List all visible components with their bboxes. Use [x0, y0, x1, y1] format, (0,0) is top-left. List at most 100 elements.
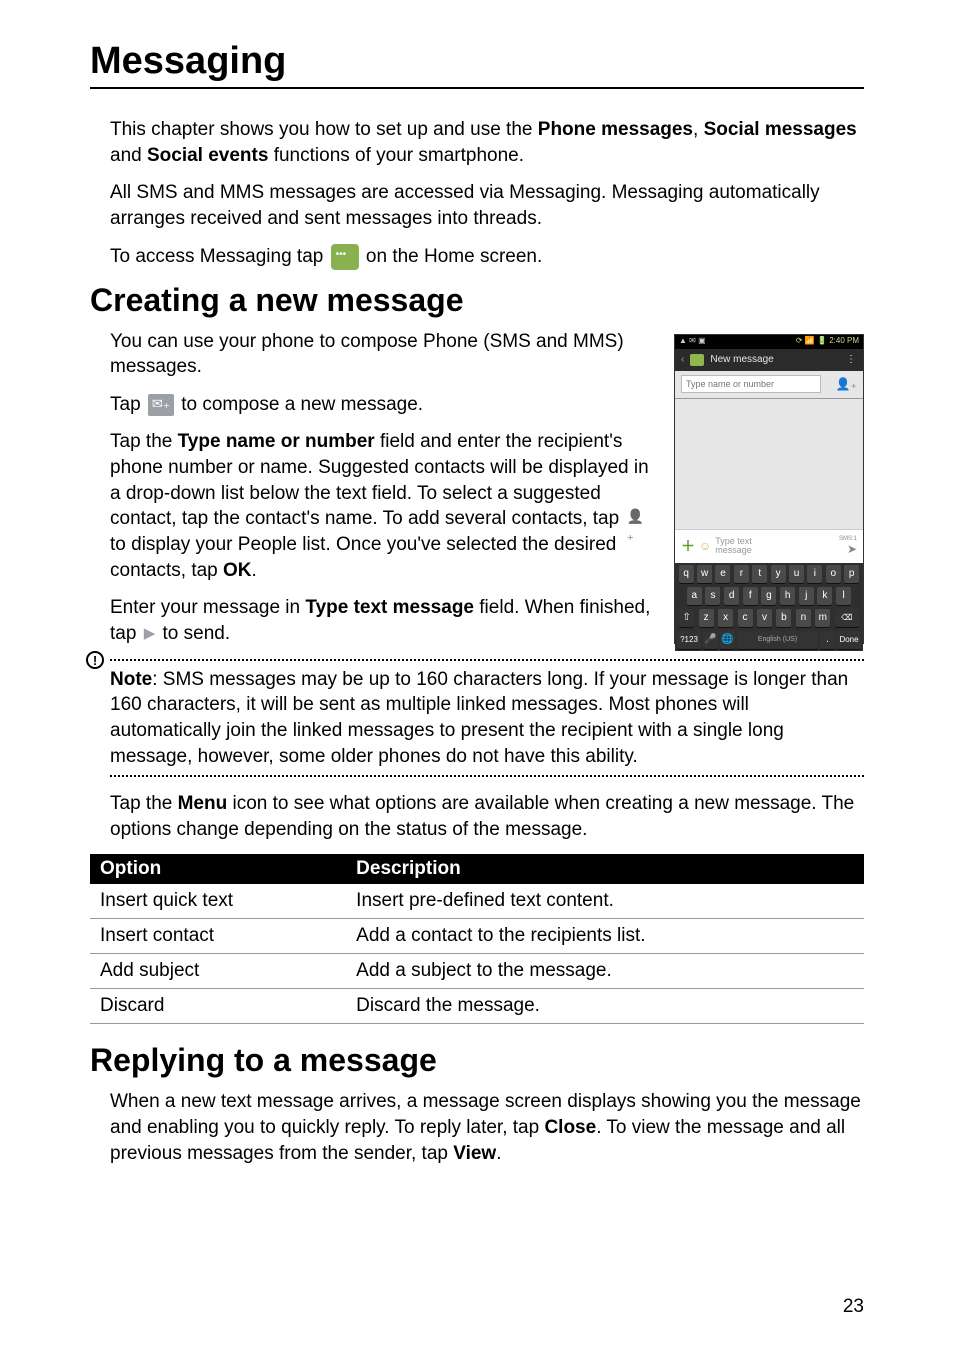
overflow-menu-icon: ⋮ — [846, 354, 857, 365]
text: Tap the — [110, 431, 178, 452]
kb-period-key: . — [820, 631, 835, 649]
td-desc: Add a subject to the message. — [346, 954, 864, 989]
emoji-icon: ☺ — [699, 539, 711, 553]
kb-key: h — [780, 587, 795, 605]
new-message-screenshot: ▲ ✉ ▣ ⟳ 📶 🔋 2:40 PM ‹ New message ⋮ 👤₊ ＋… — [674, 334, 864, 644]
bold-type-text-message: Type text message — [305, 597, 474, 618]
shot-compose-bar: ＋ ☺ Type text message SMS:1 ➤ — [675, 529, 863, 563]
td-desc: Discard the message. — [346, 989, 864, 1024]
text: on the Home screen. — [366, 246, 542, 267]
reply-paragraph-1: When a new text message arrives, a messa… — [110, 1089, 864, 1166]
th-description: Description — [346, 854, 864, 884]
text: message — [715, 545, 752, 555]
kb-key: j — [799, 587, 814, 605]
shot-message-area — [675, 399, 863, 529]
text: . — [252, 560, 257, 581]
note-exclamation-icon: ! — [86, 651, 104, 669]
header-title: New message — [710, 354, 773, 365]
attach-add-icon: ＋ — [681, 536, 695, 556]
envelope-icon — [690, 354, 704, 366]
kb-delete-key: ⌫ — [835, 609, 859, 627]
text: To access Messaging tap — [110, 246, 329, 267]
back-chevron-icon: ‹ — [681, 354, 684, 365]
kb-row1: q w e r t y u i o p — [675, 563, 863, 585]
compose-message-icon — [148, 394, 174, 416]
text: to send. — [163, 623, 231, 644]
messaging-app-icon — [331, 244, 359, 270]
bold-social-events: Social events — [147, 145, 268, 166]
kb-key: i — [807, 565, 822, 583]
kb-mic-key: 🎤 — [703, 631, 718, 649]
options-table: Option Description Insert quick text Ins… — [90, 854, 864, 1024]
td-option: Discard — [90, 989, 346, 1024]
kb-key: a — [687, 587, 702, 605]
text: . — [496, 1143, 501, 1164]
note-paragraph: Note: SMS messages may be up to 160 char… — [110, 667, 864, 770]
kb-key: r — [734, 565, 749, 583]
kb-key: q — [679, 565, 694, 583]
intro-paragraph-1: This chapter shows you how to set up and… — [110, 117, 864, 168]
text: Tap the — [110, 793, 178, 814]
kb-key: l — [836, 587, 851, 605]
text: Enter your message in — [110, 597, 305, 618]
kb-key: g — [761, 587, 776, 605]
text: and — [110, 145, 147, 166]
status-icons-left: ▲ ✉ ▣ — [679, 336, 706, 348]
kb-key: w — [697, 565, 712, 583]
bold-menu: Menu — [178, 793, 228, 814]
kb-done-key: Done — [837, 631, 861, 649]
table-row: Insert contact Add a contact to the reci… — [90, 919, 864, 954]
intro-paragraph-2: All SMS and MMS messages are accessed vi… — [110, 180, 864, 231]
td-option: Insert quick text — [90, 884, 346, 919]
send-arrow-icon: ▶ — [144, 624, 156, 644]
bold-view: View — [453, 1143, 496, 1164]
shot-recipient-row: 👤₊ — [675, 371, 863, 399]
kb-key: v — [757, 609, 772, 627]
status-icons-right: ⟳ 📶 🔋 2:40 PM — [796, 336, 859, 348]
text: This chapter shows you how to set up and… — [110, 119, 538, 140]
recipient-input — [681, 375, 821, 393]
kb-key: c — [738, 609, 753, 627]
kb-key: m — [815, 609, 830, 627]
bold-ok: OK — [223, 560, 252, 581]
text: to display your People list. Once you've… — [110, 534, 616, 581]
kb-row3: ⇧ z x c v b n m ⌫ — [675, 607, 863, 629]
table-row: Insert quick text Insert pre-defined tex… — [90, 884, 864, 919]
shot-header: ‹ New message ⋮ — [675, 349, 863, 371]
kb-key: z — [699, 609, 714, 627]
menu-paragraph: Tap the Menu icon to see what options ar… — [110, 791, 864, 842]
bold-close: Close — [544, 1117, 596, 1138]
kb-key: d — [724, 587, 739, 605]
kb-key: u — [789, 565, 804, 583]
text: to compose a new message. — [181, 394, 423, 415]
shot-keyboard: q w e r t y u i o p a s d f g h j k l ⇧ … — [675, 563, 863, 651]
text: Tap — [110, 394, 146, 415]
kb-key: o — [826, 565, 841, 583]
kb-row2: a s d f g h j k l — [675, 585, 863, 607]
add-people-icon — [626, 509, 648, 529]
bold-type-name-number: Type name or number — [178, 431, 375, 452]
kb-globe-key: 🌐 — [720, 631, 735, 649]
page-number: 23 — [843, 1296, 864, 1318]
kb-key: k — [817, 587, 832, 605]
shot-status-bar: ▲ ✉ ▣ ⟳ 📶 🔋 2:40 PM — [675, 335, 863, 349]
add-contact-icon: 👤₊ — [836, 377, 857, 391]
kb-shift-key: ⇧ — [679, 609, 694, 627]
td-desc: Add a contact to the recipients list. — [346, 919, 864, 954]
kb-key: x — [718, 609, 733, 627]
table-row: Add subject Add a subject to the message… — [90, 954, 864, 989]
intro-paragraph-3: To access Messaging tap on the Home scre… — [110, 244, 864, 270]
kb-key: t — [752, 565, 767, 583]
table-row: Discard Discard the message. — [90, 989, 864, 1024]
kb-key: b — [776, 609, 791, 627]
th-option: Option — [90, 854, 346, 884]
heading-replying: Replying to a message — [90, 1042, 864, 1079]
kb-key: f — [743, 587, 758, 605]
text: functions of your smartphone. — [268, 145, 524, 166]
td-desc: Insert pre-defined text content. — [346, 884, 864, 919]
kb-row-bottom: ?123 🎤 🌐 English (US) . Done — [675, 629, 863, 651]
td-option: Insert contact — [90, 919, 346, 954]
compose-placeholder: Type text message — [715, 537, 752, 555]
heading-creating-new-message: Creating a new message — [90, 282, 864, 319]
note-label: Note — [110, 669, 152, 690]
